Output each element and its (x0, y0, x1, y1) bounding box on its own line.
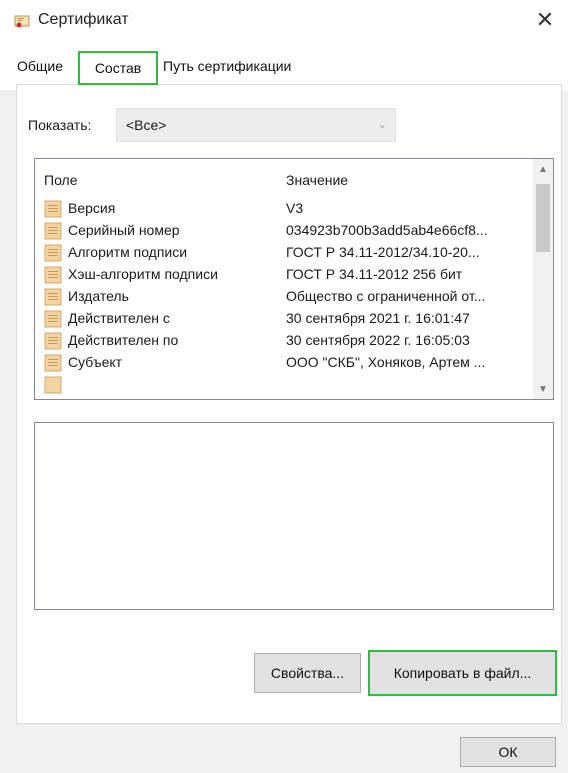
scroll-up-icon[interactable]: ▲ (533, 159, 553, 179)
tab-general[interactable]: Общие (17, 58, 63, 74)
field-value: ООО "СКБ", Хоняков, Артем ... (286, 354, 486, 370)
chevron-down-icon: ⌄ (377, 119, 387, 131)
show-select[interactable]: <Все> ⌄ (116, 108, 396, 142)
field-name: Издатель (68, 288, 129, 304)
field-icon (44, 332, 62, 350)
certificate-icon (14, 15, 30, 28)
close-icon: ✕ (535, 7, 555, 32)
field-name: Серийный номер (68, 222, 180, 238)
ok-button-label: ОК (498, 744, 518, 760)
field-icon (44, 354, 62, 372)
field-name: Субъект (68, 354, 123, 370)
copy-to-file-button-label: Копировать в файл... (393, 665, 532, 681)
field-value: ГОСТ Р 34.11-2012 256 бит (286, 266, 463, 282)
list-item-partial[interactable] (35, 374, 533, 396)
field-icon (44, 200, 62, 218)
field-value: 30 сентября 2022 г. 16:05:03 (286, 332, 470, 348)
list-item[interactable]: Хэш-алгоритм подписи ГОСТ Р 34.11-2012 2… (35, 264, 533, 286)
field-value: ГОСТ Р 34.11-2012/34.10-20... (286, 244, 480, 260)
list-item[interactable]: Алгоритм подписи ГОСТ Р 34.11-2012/34.10… (35, 242, 533, 264)
field-name: Действителен по (68, 332, 179, 348)
list-header: Поле Значение (35, 159, 533, 195)
list-item[interactable]: Серийный номер 034923b700b3add5ab4e66cf8… (35, 220, 533, 242)
show-label: Показать: (28, 117, 92, 133)
list-item[interactable]: Издатель Общество с ограниченной от... (35, 286, 533, 308)
tab-details[interactable]: Состав (78, 51, 158, 85)
column-header-value[interactable]: Значение (286, 172, 348, 188)
list-item[interactable]: Субъект ООО "СКБ", Хоняков, Артем ... (35, 352, 533, 374)
window-title: Сертификат (38, 11, 129, 28)
field-icon (44, 222, 62, 240)
properties-button[interactable]: Свойства... (254, 653, 361, 693)
field-value: 30 сентября 2021 г. 16:01:47 (286, 310, 470, 326)
close-button[interactable]: ✕ (522, 0, 568, 40)
field-icon (44, 288, 62, 306)
list-item[interactable]: Действителен с 30 сентября 2021 г. 16:01… (35, 308, 533, 330)
scroll-down-icon[interactable]: ▼ (533, 379, 553, 399)
field-icon (44, 266, 62, 284)
list-item[interactable]: Версия V3 (35, 198, 533, 220)
scrollbar-thumb[interactable] (536, 184, 550, 252)
ok-button[interactable]: ОК (460, 737, 556, 767)
fields-list[interactable]: Поле Значение Версия V3 Серийный номер 0… (34, 158, 554, 400)
field-icon (44, 376, 62, 394)
properties-button-label: Свойства... (270, 665, 345, 681)
field-value: 034923b700b3add5ab4e66cf8... (286, 222, 488, 238)
field-name: Версия (68, 200, 116, 216)
vertical-scrollbar[interactable]: ▲ ▼ (533, 159, 553, 399)
show-select-value: <Все> (126, 117, 167, 133)
title-bar: Сертификат ✕ (0, 0, 568, 40)
column-header-field[interactable]: Поле (44, 172, 78, 188)
field-value: V3 (286, 200, 304, 216)
field-detail-box[interactable] (34, 422, 554, 610)
field-name: Действителен с (68, 310, 170, 326)
list-item[interactable]: Действителен по 30 сентября 2022 г. 16:0… (35, 330, 533, 352)
field-name: Алгоритм подписи (68, 244, 188, 260)
tab-certification-path[interactable]: Путь сертификации (163, 58, 291, 74)
tab-details-label: Состав (94, 60, 142, 76)
copy-to-file-button[interactable]: Копировать в файл... (368, 650, 557, 696)
field-name: Хэш-алгоритм подписи (68, 266, 218, 282)
field-icon (44, 244, 62, 262)
field-icon (44, 310, 62, 328)
field-value: Общество с ограниченной от... (286, 288, 486, 304)
